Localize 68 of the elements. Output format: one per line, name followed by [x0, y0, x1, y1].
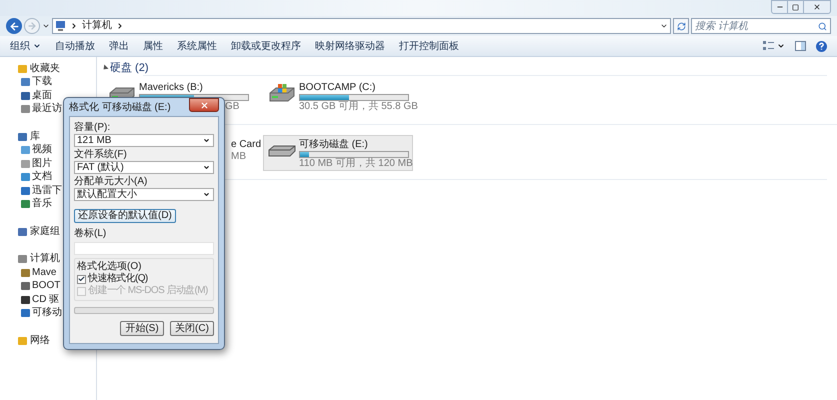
search-field[interactable]: 搜索 计算机: [691, 18, 831, 34]
drive-caption: 30.5 GB 可用，共 55.8 GB: [299, 101, 418, 113]
toolbar-button[interactable]: 属性: [143, 38, 163, 54]
caret-icon: [203, 164, 210, 171]
toolbar-button[interactable]: 弹出: [109, 38, 129, 54]
dialog-button[interactable]: 开始(S): [120, 321, 164, 336]
collapse-arrow-icon[interactable]: [101, 64, 109, 72]
restore-defaults-button[interactable]: 还原设备的默认值(D): [74, 209, 176, 223]
breadcrumb-item[interactable]: 计算机: [82, 20, 112, 32]
toolbar-button[interactable]: 自动播放: [55, 38, 95, 54]
folder-icon: [18, 228, 27, 236]
dropdown[interactable]: 默认配置大小: [74, 188, 214, 201]
dialog-button[interactable]: 关闭(C): [170, 321, 214, 336]
field-label: 容量(P):: [74, 122, 112, 134]
drive-name: e Card: [231, 139, 262, 151]
nav-group[interactable]: 收藏夹: [0, 62, 96, 76]
volume-label-field[interactable]: [74, 242, 214, 255]
refresh-icon: [676, 22, 686, 30]
field-label: 文件系统(F): [74, 149, 128, 161]
history-caret-icon[interactable]: [42, 22, 50, 30]
caret-icon: [203, 137, 210, 144]
checkbox-label: 创建一个 MS-DOS 启动盘(M): [88, 285, 208, 297]
toolbar-menu[interactable]: 组织: [10, 38, 41, 54]
back-button[interactable]: [6, 18, 22, 34]
address-field[interactable]: 计算机: [52, 18, 671, 34]
preview-pane-icon[interactable]: [795, 41, 806, 51]
field-label: 卷标(L): [74, 228, 108, 240]
caret-icon: [33, 42, 41, 50]
drive-name: BOOTCAMP (C:): [299, 82, 376, 94]
drive-name: 可移动磁盘 (E:): [299, 139, 369, 151]
drive-name: Mavericks (B:): [139, 82, 204, 94]
drive-tile[interactable]: 可移动磁盘 (E:) 110 MB 可用，共 120 MB: [263, 135, 413, 171]
system-drive-icon: [268, 84, 296, 104]
close-icon: [200, 100, 208, 110]
back-arrow-icon: [8, 20, 20, 32]
checkbox[interactable]: [77, 274, 86, 284]
toolbar-button[interactable]: 卸载或更改程序: [231, 38, 301, 54]
dropdown[interactable]: FAT (默认): [74, 161, 214, 174]
toolbar-button[interactable]: 打开控制面板: [399, 38, 459, 54]
maximize-icon: [792, 4, 799, 10]
nav-item[interactable]: 桌面: [0, 89, 96, 102]
field-label: 分配单元大小(A): [74, 176, 148, 188]
address-dropdown-icon[interactable]: [660, 22, 668, 30]
drive-caption: MB: [231, 151, 246, 163]
drive-caption: 110 MB 可用，共 120 MB: [299, 158, 413, 170]
caret-icon[interactable]: [777, 42, 785, 50]
nav-group[interactable]: 网络: [0, 334, 96, 348]
check-icon: [78, 275, 85, 283]
forward-arrow-icon: [27, 21, 37, 31]
close-icon: [813, 3, 821, 11]
help-icon[interactable]: [816, 40, 827, 52]
folder-icon: [18, 336, 27, 345]
toolbar-button[interactable]: 系统属性: [177, 38, 217, 54]
dropdown[interactable]: 121 MB: [74, 134, 214, 147]
toolbar-button[interactable]: 映射网络驱动器: [315, 38, 385, 54]
nav-item[interactable]: 下载: [0, 76, 96, 89]
search-input[interactable]: 搜索 计算机: [695, 18, 818, 34]
caret-icon: [203, 191, 210, 198]
nav-item[interactable]: 可移动: [0, 306, 96, 320]
computer-icon: [55, 21, 66, 31]
group-title: 格式化选项(O): [77, 261, 142, 272]
search-icon[interactable]: [818, 22, 827, 30]
checkbox-label: 快速格式化(Q): [88, 273, 148, 284]
refresh-button[interactable]: [673, 18, 689, 34]
section-header[interactable]: 硬盘 (2): [110, 62, 148, 74]
dialog-title: 格式化 可移动磁盘 (E:): [69, 102, 171, 114]
view-options-icon[interactable]: [763, 41, 774, 51]
close-button[interactable]: [189, 98, 219, 112]
